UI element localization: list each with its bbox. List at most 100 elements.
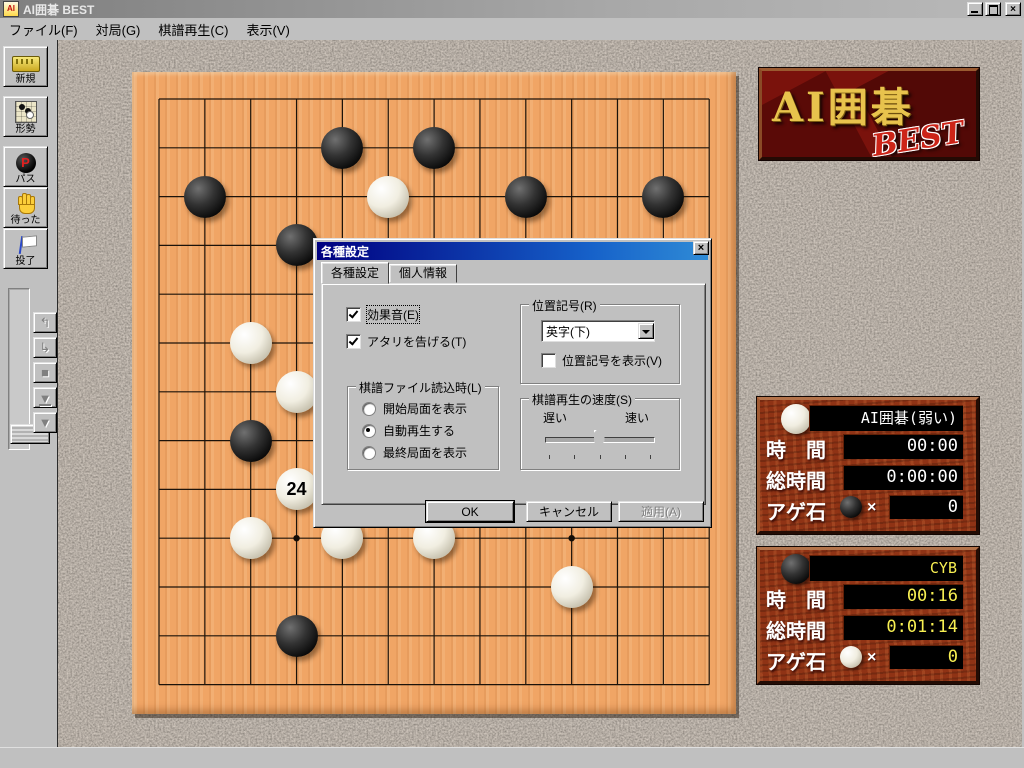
slider-tick xyxy=(549,455,550,459)
chevron-down-icon[interactable] xyxy=(638,323,654,339)
dialog-tabs: 各種設定 個人情報 xyxy=(321,263,457,284)
time-label: 時 間 xyxy=(766,584,826,613)
replay-speed-group: 棋譜再生の速度(S) 遅い 速い xyxy=(520,398,680,470)
symbol-dropdown[interactable]: 英字(下) xyxy=(541,320,655,342)
radio-icon xyxy=(362,446,376,460)
hand-icon xyxy=(15,194,37,214)
tab-personal-info[interactable]: 個人情報 xyxy=(389,264,457,283)
app-icon: AI xyxy=(3,1,19,17)
restore-button[interactable] xyxy=(985,2,1001,16)
flag-icon xyxy=(15,235,37,255)
dialog-close-button[interactable]: × xyxy=(693,241,709,255)
total-time-label: 総時間 xyxy=(766,615,826,644)
new-game-button[interactable]: 新規 xyxy=(3,46,48,87)
radio-icon xyxy=(362,424,376,438)
menubar: ファイル(F) 対局(G) 棋譜再生(C) 表示(V) xyxy=(0,18,1024,40)
ok-button[interactable]: OK xyxy=(426,501,514,522)
fast-label: 速い xyxy=(625,409,649,426)
app-window: AI AI囲碁 BEST × ファイル(F) 対局(G) 棋譜再生(C) 表示(… xyxy=(0,0,1024,768)
total-time-label: 総時間 xyxy=(766,465,826,494)
multiply-icon: × xyxy=(867,649,876,667)
apply-button[interactable]: 適用(A) xyxy=(618,501,704,522)
black-stone-icon xyxy=(781,554,811,584)
black-stone xyxy=(321,127,363,169)
slider-tick xyxy=(600,455,601,459)
symbol-dropdown-value: 英字(下) xyxy=(542,323,638,340)
cancel-button[interactable]: キャンセル xyxy=(526,501,612,522)
menu-file[interactable]: ファイル(F) xyxy=(0,18,87,41)
titlebar: AI AI囲碁 BEST × xyxy=(0,0,1024,18)
pass-icon: P xyxy=(16,153,36,173)
black-stone xyxy=(184,176,226,218)
dialog-tab-page: 効果音(E) アタリを告げる(T) 棋譜ファイル読込時(L) 開始局面を表示 自… xyxy=(321,283,706,505)
replay-undo-button[interactable]: ↰ xyxy=(33,312,57,333)
white-stone-icon xyxy=(781,404,811,434)
slider-tick xyxy=(574,455,575,459)
dialog-title: 各種設定 xyxy=(321,243,369,260)
minimize-button[interactable] xyxy=(967,2,983,16)
atari-checkbox[interactable]: アタリを告げる(T) xyxy=(346,333,466,350)
speed-group-title: 棋譜再生の速度(S) xyxy=(529,391,635,408)
menu-replay[interactable]: 棋譜再生(C) xyxy=(149,18,237,41)
white-total-time-value: 0:00:00 xyxy=(843,465,963,490)
speed-slider-thumb[interactable] xyxy=(594,430,605,448)
settings-dialog: 各種設定 × 各種設定 個人情報 効果音(E) アタリを告げる(T) 棋譜ファイ… xyxy=(313,238,712,528)
replay-to-end-button[interactable]: ▼ xyxy=(33,387,57,408)
replay-redo-button[interactable]: ↳ xyxy=(33,337,57,358)
white-stone xyxy=(230,517,272,559)
pass-button[interactable]: P パス xyxy=(3,146,48,187)
show-symbols-checkbox[interactable]: 位置記号を表示(V) xyxy=(541,352,662,369)
black-stone xyxy=(642,176,684,218)
replay-stop-button[interactable]: ■ xyxy=(33,362,57,383)
symbol-group-title: 位置記号(R) xyxy=(529,297,600,314)
slider-tick xyxy=(625,455,626,459)
radio-show-start[interactable]: 開始局面を表示 xyxy=(362,400,467,417)
load-group-title: 棋譜ファイル読込時(L) xyxy=(356,379,485,396)
black-total-time-value: 0:01:14 xyxy=(843,615,963,640)
white-captures-value: 0 xyxy=(889,495,963,519)
black-stone xyxy=(505,176,547,218)
logo-title: AI囲碁 xyxy=(772,75,914,133)
slow-label: 遅い xyxy=(543,409,567,426)
checkbox-icon xyxy=(346,307,361,322)
replay-forward-button[interactable]: ▼ xyxy=(33,412,57,433)
radio-auto-replay[interactable]: 自動再生する xyxy=(362,422,455,439)
white-stone xyxy=(367,176,409,218)
sound-checkbox[interactable]: 効果音(E) xyxy=(346,306,419,323)
menu-view[interactable]: 表示(V) xyxy=(237,18,298,41)
radio-show-final[interactable]: 最終局面を表示 xyxy=(362,444,467,461)
load-group: 棋譜ファイル読込時(L) 開始局面を表示 自動再生する 最終局面を表示 xyxy=(347,386,499,470)
position-eval-button[interactable]: 形勢 xyxy=(3,96,48,137)
position-symbol-group: 位置記号(R) 英字(下) 位置記号を表示(V) xyxy=(520,304,680,384)
slider-tick xyxy=(650,455,651,459)
resign-button[interactable]: 投了 xyxy=(3,228,48,269)
menu-game[interactable]: 対局(G) xyxy=(87,18,150,41)
white-stone-numbered: 24 xyxy=(276,468,318,510)
multiply-icon: × xyxy=(867,499,876,517)
close-button[interactable]: × xyxy=(1005,2,1021,16)
captures-label: アゲ石 xyxy=(766,646,826,675)
white-stone xyxy=(551,566,593,608)
window-title: AI囲碁 BEST xyxy=(23,1,94,18)
captured-white-stone-icon xyxy=(840,646,862,668)
logo-plaque: AI囲碁 BEST xyxy=(759,68,979,160)
dialog-titlebar: 各種設定 xyxy=(317,242,708,260)
black-stone xyxy=(230,420,272,462)
tab-settings[interactable]: 各種設定 xyxy=(321,262,389,284)
black-captures-value: 0 xyxy=(889,645,963,669)
new-game-icon xyxy=(12,56,40,72)
move-number: 24 xyxy=(287,479,307,500)
white-stone xyxy=(230,322,272,364)
black-player-name: CYB xyxy=(809,555,963,581)
black-player-panel: CYB 時 間 00:16 総時間 0:01:14 アゲ石 × 0 xyxy=(757,547,979,684)
undo-button[interactable]: 待った xyxy=(3,187,48,228)
captured-black-stone-icon xyxy=(840,496,862,518)
white-time-value: 00:00 xyxy=(843,434,963,459)
minimize-icon xyxy=(971,11,978,13)
black-stone xyxy=(276,224,318,266)
white-player-panel: AI囲碁(弱い) 時 間 00:00 総時間 0:00:00 アゲ石 × 0 xyxy=(757,397,979,534)
window-bottom-edge xyxy=(0,747,1024,768)
checkbox-icon xyxy=(346,334,361,349)
black-stone xyxy=(413,127,455,169)
board-eval-icon xyxy=(15,101,37,123)
